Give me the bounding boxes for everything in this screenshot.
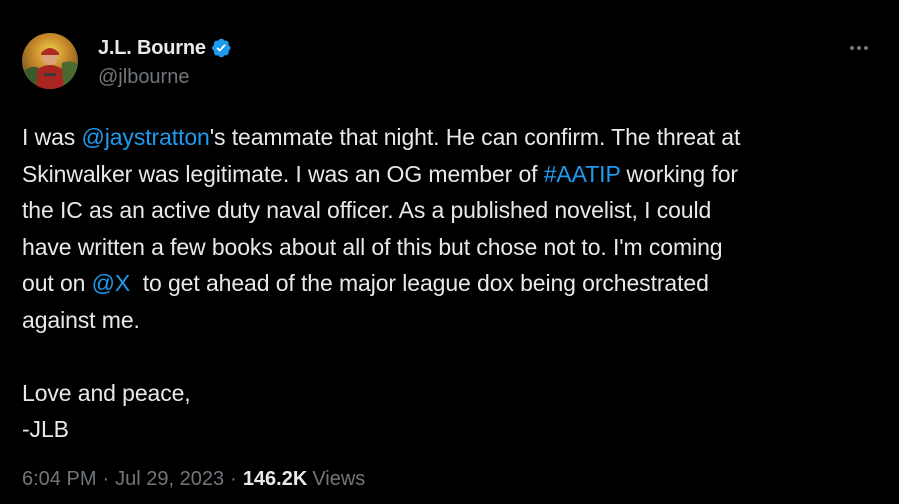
- meta-separator: ·: [230, 468, 237, 490]
- tweet-meta: 6:04 PM · Jul 29, 2023 · 146.2K Views: [22, 468, 365, 491]
- avatar-image: [22, 33, 78, 89]
- verified-badge-icon[interactable]: [210, 37, 232, 59]
- more-options-button[interactable]: [847, 36, 871, 60]
- tweet-time[interactable]: 6:04 PM: [22, 468, 96, 491]
- meta-separator: ·: [102, 468, 110, 490]
- author-name-row: J.L. Bourne: [98, 36, 232, 60]
- tweet-line: Skinwalker was legitimate. I was an OG m…: [22, 160, 738, 187]
- avatar[interactable]: [22, 33, 78, 89]
- tweet-line: against me.: [22, 306, 140, 333]
- tweet: J.L. Bourne @jlbourne I was @jaystratton…: [0, 0, 899, 504]
- tweet-line: the IC as an active duty naval officer. …: [22, 197, 712, 224]
- tweet-line: have written a few books about all of th…: [22, 233, 723, 260]
- hashtag-link[interactable]: #AATIP: [544, 161, 621, 187]
- tweet-line: Love and peace,: [22, 379, 191, 406]
- tweet-text: I was @jaystratton's teammate that night…: [22, 119, 872, 448]
- views-label: Views: [312, 468, 366, 490]
- views-count[interactable]: 146.2K: [243, 468, 308, 491]
- mention-link[interactable]: @jaystratton: [81, 124, 209, 150]
- tweet-line: out on @X to get ahead of the major leag…: [22, 270, 709, 297]
- tweet-line: I was @jaystratton's teammate that night…: [22, 124, 741, 150]
- tweet-date[interactable]: Jul 29, 2023: [115, 468, 224, 491]
- mention-link[interactable]: @X: [92, 270, 131, 296]
- author-handle[interactable]: @jlbourne: [98, 66, 189, 89]
- more-horizontal-icon: [850, 46, 854, 50]
- author-display-name[interactable]: J.L. Bourne: [98, 37, 206, 60]
- tweet-line: -JLB: [22, 416, 69, 443]
